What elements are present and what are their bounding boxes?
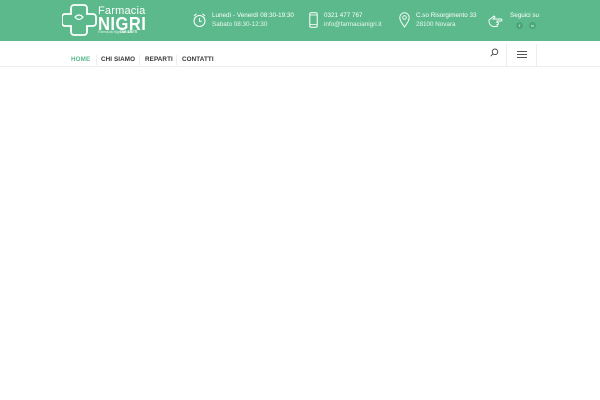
nav-item-reparti[interactable]: REPARTI — [145, 56, 173, 63]
site-logo[interactable]: Farmacia NIGRI Farmacia Nigri Novara dal… — [62, 3, 146, 36]
email-address[interactable]: info@farmacianigri.it — [324, 20, 382, 29]
follow-us-label: Seguici su — [510, 12, 540, 19]
nav-divider — [176, 55, 177, 65]
nav-item-contatti[interactable]: CONTATTI — [182, 56, 214, 63]
phone-number[interactable]: 0321 477 767 — [324, 11, 382, 20]
main-navigation: HOME CHI SIAMO REPARTI CONTATTI — [0, 41, 600, 67]
pointing-hand-icon — [488, 15, 503, 27]
address-street: C.so Risorgimento 33 — [416, 12, 477, 19]
hours-saturday: Sabato 08:30-12:30 — [212, 21, 268, 28]
address-city: 28100 Novara — [416, 21, 456, 28]
hours-weekdays: Lunedì - Venerdì 08:30-19:30 — [212, 12, 294, 19]
facebook-icon[interactable]: f — [516, 22, 523, 29]
top-header-bar: Farmacia NIGRI Farmacia Nigri Novara dal… — [0, 0, 600, 41]
menu-bar — [517, 51, 527, 53]
nav-item-chi-siamo[interactable]: CHI SIAMO — [101, 56, 135, 63]
hamburger-menu-icon[interactable] — [517, 51, 527, 59]
contact-info: 0321 477 767 info@farmacianigri.it — [324, 11, 382, 29]
alarm-clock-icon — [193, 13, 206, 27]
logo-since: dal 1978 — [120, 29, 138, 34]
cross-logo-icon — [62, 4, 97, 36]
nav-divider — [536, 44, 537, 66]
menu-bar — [517, 56, 527, 59]
instagram-icon[interactable]: in — [529, 22, 536, 29]
opening-hours: Lunedì - Venerdì 08:30-19:30 Sabato 08:3… — [212, 11, 294, 29]
store-address: C.so Risorgimento 33 28100 Novara — [416, 11, 477, 29]
nav-item-home[interactable]: HOME — [71, 56, 90, 63]
nav-divider — [506, 44, 507, 66]
menu-bar — [517, 53, 527, 56]
search-icon[interactable] — [490, 48, 499, 57]
nav-divider — [139, 55, 140, 65]
mobile-phone-icon — [309, 12, 318, 28]
map-pin-icon — [399, 12, 410, 28]
nav-divider — [96, 55, 97, 65]
page-content-area — [0, 68, 600, 400]
